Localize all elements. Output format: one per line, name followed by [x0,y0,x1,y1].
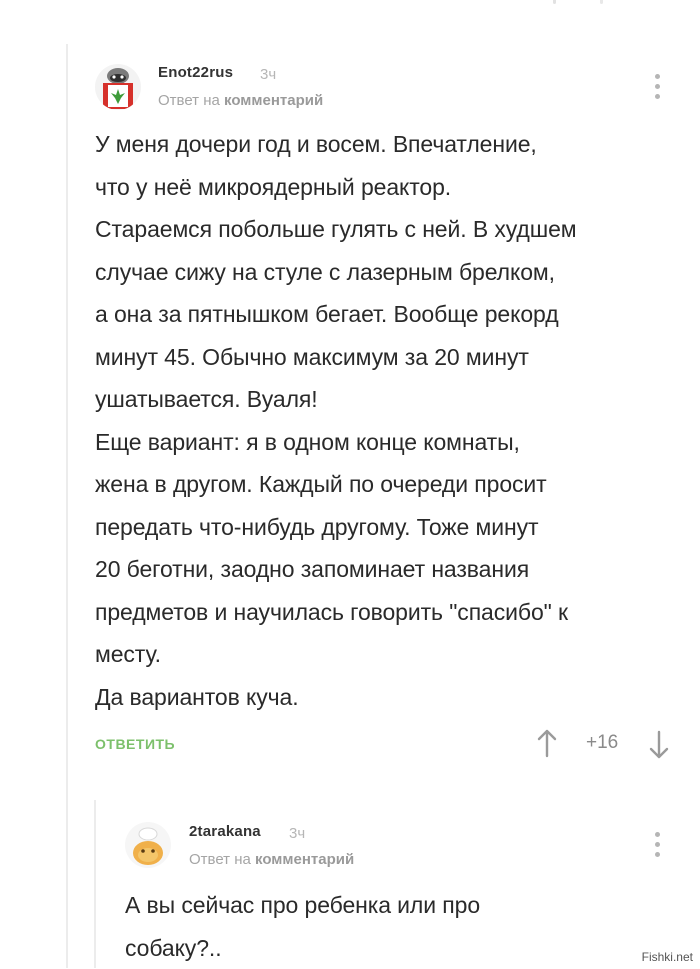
divider [553,0,556,4]
reply-button[interactable]: ОТВЕТИТЬ [95,736,175,752]
user-avatar[interactable] [125,822,171,868]
more-vertical-icon[interactable] [653,74,661,104]
reply-to-link[interactable]: комментарий [224,92,323,109]
chef-avatar-icon [125,822,171,868]
timestamp: 3ч [289,825,306,842]
username[interactable]: 2tarakana [189,823,261,840]
raccoon-avatar-icon [95,64,141,110]
reply-to-line: Ответ на комментарий [189,851,354,868]
reply-to-prefix: Ответ на [189,851,251,868]
more-vertical-icon[interactable] [653,832,661,862]
arrow-down-icon[interactable] [648,730,670,760]
reply-to-link[interactable]: комментарий [255,851,354,868]
comment-text: У меня дочери год и восем. Впечатление, … [95,131,577,710]
timestamp: 3ч [260,66,277,83]
divider [600,0,603,4]
score: +16 [586,732,619,753]
watermark: Fishki.net [638,950,696,964]
user-avatar[interactable] [95,64,141,110]
arrow-up-icon[interactable] [536,728,558,758]
comment-text: А вы сейчас про ребенка или про собаку?.… [125,892,481,961]
top-bar [0,0,700,8]
thread-line[interactable] [94,800,96,968]
thread-line[interactable] [66,44,68,968]
username[interactable]: Enot22rus [158,64,233,81]
reply-to-line: Ответ на комментарий [158,92,323,109]
reply-to-prefix: Ответ на [158,92,220,109]
